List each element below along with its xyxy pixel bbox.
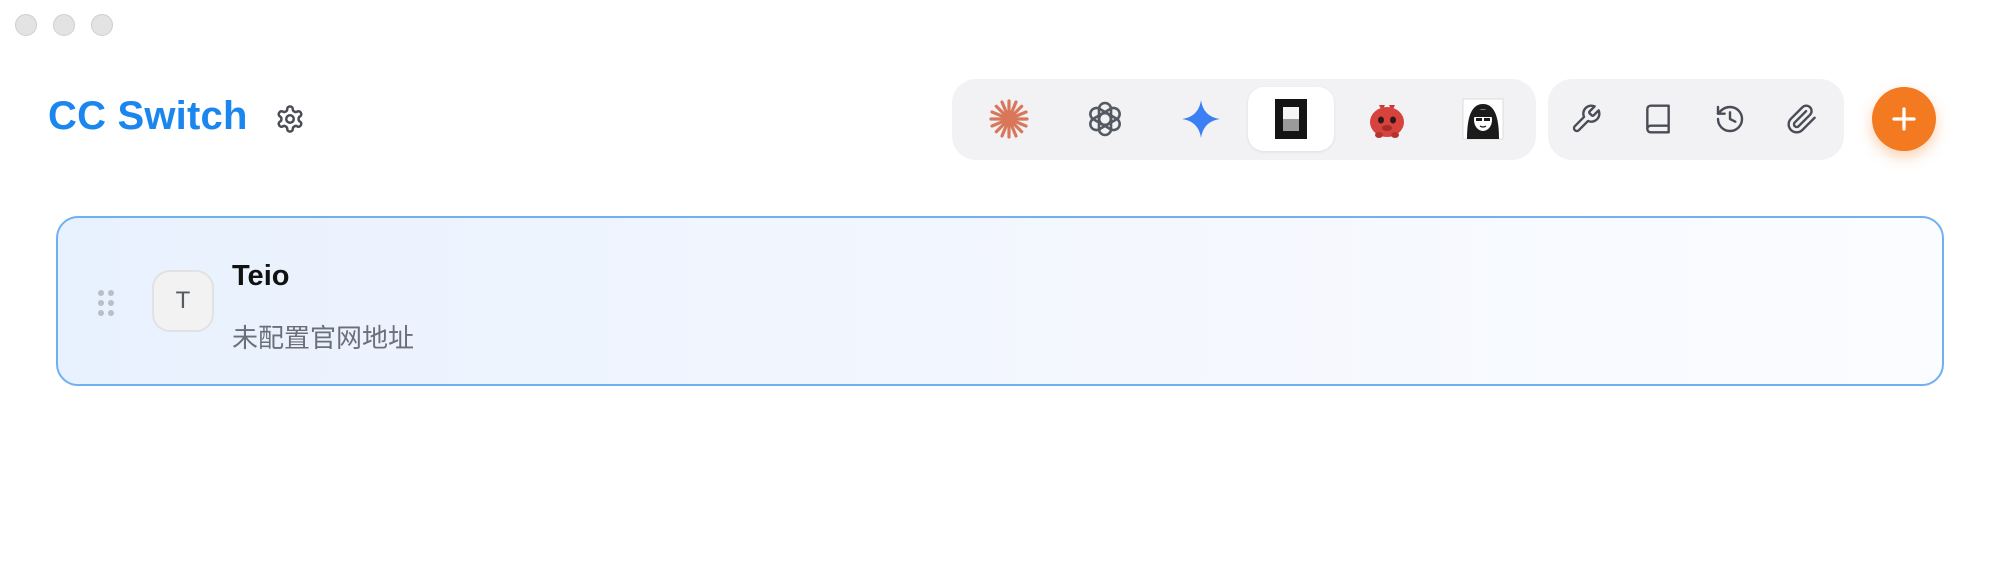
provider-name: Teio [232, 260, 290, 292]
app-portrait-button[interactable] [1440, 87, 1526, 151]
settings-button[interactable] [272, 101, 308, 137]
wrench-icon [1572, 104, 1601, 133]
provider-avatar: T [152, 270, 214, 332]
gemini-sparkle-icon [1182, 100, 1220, 138]
app-switcher [952, 79, 1536, 160]
app-selected-button[interactable] [1248, 87, 1334, 151]
app-claude-button[interactable] [966, 87, 1052, 151]
tools-button[interactable] [1564, 97, 1608, 141]
docs-button[interactable] [1636, 97, 1680, 141]
plus-icon [1892, 107, 1916, 131]
close-window-button[interactable] [15, 14, 37, 36]
tool-bar [1548, 79, 1844, 160]
history-button[interactable] [1708, 97, 1752, 141]
provider-website-status: 未配置官网地址 [232, 324, 415, 354]
app-gemini-button[interactable] [1158, 87, 1244, 151]
minimize-window-button[interactable] [53, 14, 75, 36]
anime-portrait-icon [1462, 98, 1504, 140]
window-controls [15, 14, 113, 36]
red-creature-icon [1370, 105, 1404, 138]
black-block-icon [1275, 99, 1307, 139]
drag-handle-icon[interactable] [98, 290, 114, 316]
claude-asterisk-icon [989, 99, 1029, 139]
app-openai-button[interactable] [1062, 87, 1148, 151]
maximize-window-button[interactable] [91, 14, 113, 36]
paperclip-icon [1787, 104, 1816, 134]
book-icon [1646, 104, 1670, 134]
add-provider-button[interactable] [1872, 87, 1936, 151]
provider-card[interactable]: T Teio 未配置官网地址 [56, 216, 1944, 386]
openai-knot-icon [1089, 101, 1121, 137]
app-title: CC Switch [48, 94, 248, 138]
attachment-button[interactable] [1780, 97, 1824, 141]
gear-icon [277, 105, 303, 133]
app-red-creature-button[interactable] [1344, 87, 1430, 151]
history-icon [1716, 105, 1744, 133]
app-window: CC Switch T Teio 未配置官网地址 [0, 0, 2000, 577]
